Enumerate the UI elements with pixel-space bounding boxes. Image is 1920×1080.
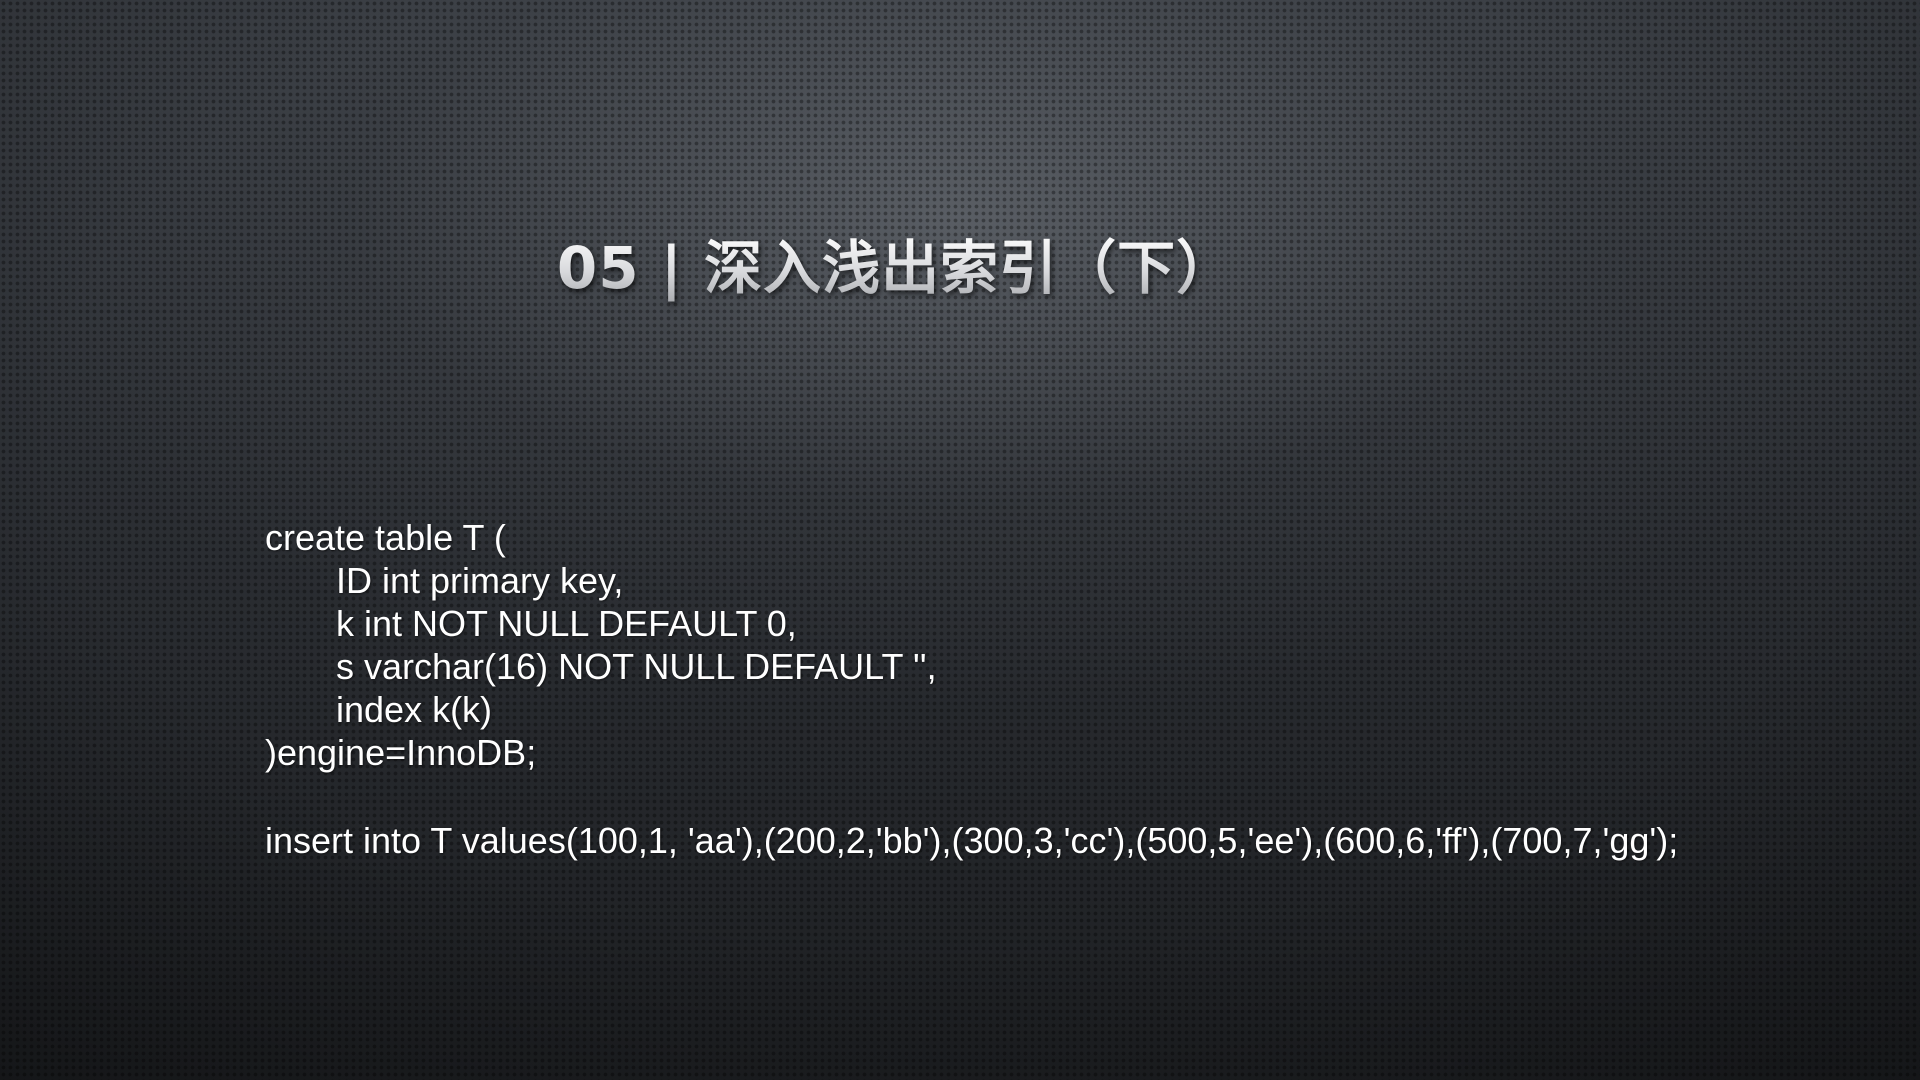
sql-code-block: create table T ( ID int primary key, k i…: [265, 516, 1885, 862]
slide-title: 05 | 深入浅出索引（下）: [0, 232, 1792, 304]
code-line-index: index k(k): [336, 689, 493, 730]
code-line-engine: )engine=InnoDB;: [265, 732, 537, 773]
code-line-create-table: create table T (: [265, 517, 506, 558]
code-spacer: [265, 774, 1885, 819]
code-line-insert: insert into T values(100,1, 'aa'),(200,2…: [265, 820, 1679, 861]
code-line-s-column: s varchar(16) NOT NULL DEFAULT '',: [336, 646, 937, 687]
code-line-id-column: ID int primary key,: [336, 560, 624, 601]
code-line-k-column: k int NOT NULL DEFAULT 0,: [336, 603, 797, 644]
